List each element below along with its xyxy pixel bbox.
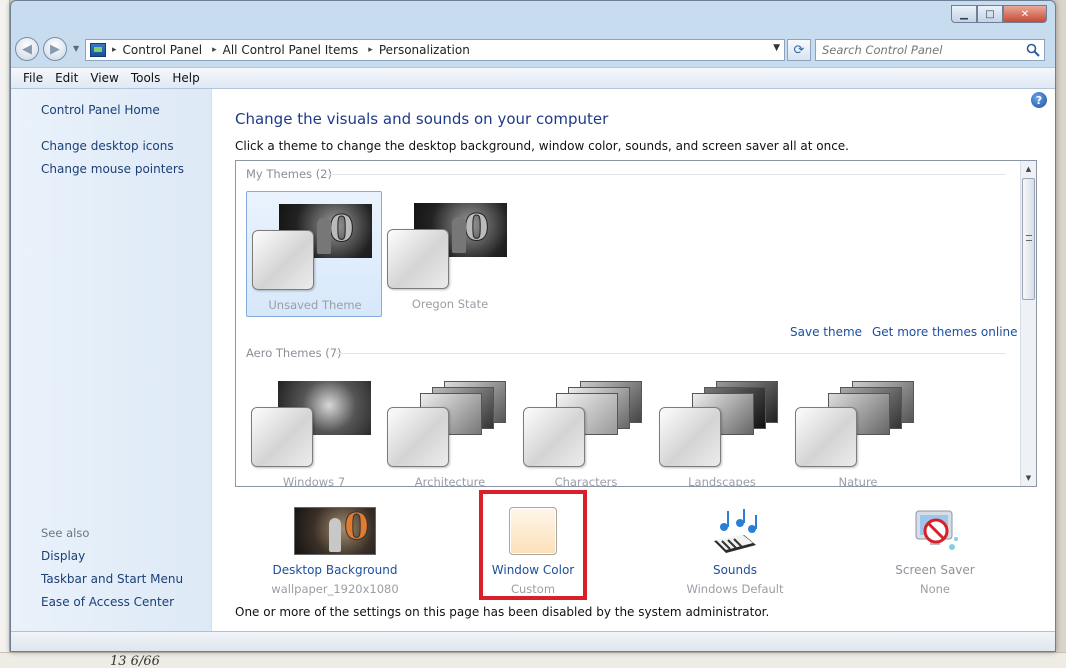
desktop-background-setting[interactable]: Desktop Background wallpaper_1920x1080 <box>265 507 405 596</box>
desktop-background-link[interactable]: Desktop Background <box>265 563 405 577</box>
sidebar: Control Panel Home Change desktop icons … <box>11 89 212 631</box>
desktop-background-value: wallpaper_1920x1080 <box>271 582 399 596</box>
menu-view[interactable]: View <box>84 71 124 85</box>
help-icon[interactable]: ? <box>1031 92 1047 108</box>
breadcrumb-label: Control Panel <box>122 43 203 57</box>
content-area: Control Panel Home Change desktop icons … <box>11 89 1055 631</box>
desktop-background-bottom: 13 6/66 <box>0 652 1066 668</box>
admin-notice: One or more of the settings on this page… <box>235 605 770 619</box>
group-divider <box>326 174 1006 175</box>
page-title: Change the visuals and sounds on your co… <box>235 110 609 128</box>
breadcrumb-separator: ▸ <box>368 45 373 55</box>
breadcrumb-all-items[interactable]: ▸ All Control Panel Items <box>212 43 358 57</box>
theme-label: Characters <box>554 475 618 487</box>
sounds-link[interactable]: Sounds <box>665 563 805 577</box>
search-box[interactable] <box>815 39 1045 61</box>
theme-landscapes[interactable]: Landscapes <box>654 369 790 487</box>
save-theme-link[interactable]: Save theme <box>790 325 862 339</box>
title-bar[interactable]: ▁ □ ✕ <box>11 1 1055 31</box>
scroll-up-icon[interactable]: ▲ <box>1021 161 1036 177</box>
sidebar-change-desktop-icons[interactable]: Change desktop icons <box>41 139 174 153</box>
menu-help[interactable]: Help <box>166 71 205 85</box>
menu-bar: File Edit View Tools Help <box>11 67 1055 89</box>
window-color-swatch <box>252 230 314 290</box>
menu-tools[interactable]: Tools <box>125 71 167 85</box>
window-color-swatch <box>795 407 857 467</box>
group-divider <box>336 353 1006 354</box>
theme-characters[interactable]: Characters <box>518 369 654 487</box>
theme-oregon-state[interactable]: Oregon State <box>382 191 518 317</box>
menu-edit[interactable]: Edit <box>49 71 84 85</box>
highlight-box <box>479 490 587 600</box>
forward-button[interactable]: ▶ <box>43 37 67 61</box>
window-color-swatch <box>659 407 721 467</box>
address-bar[interactable]: ▸ Control Panel ▸ All Control Panel Items … <box>85 39 785 61</box>
window-color-swatch <box>387 407 449 467</box>
main-panel: ? Change the visuals and sounds on your … <box>212 89 1055 631</box>
window-color-swatch <box>523 407 585 467</box>
theme-unsaved[interactable]: Unsaved Theme <box>246 191 382 317</box>
scroll-grip-icon <box>1026 235 1032 241</box>
refresh-button[interactable]: ⟳ <box>787 39 811 61</box>
background-text: 13 6/66 <box>110 654 160 668</box>
theme-label: Oregon State <box>411 297 489 311</box>
get-more-themes-link[interactable]: Get more themes online <box>872 325 1018 339</box>
menu-file[interactable]: File <box>17 71 49 85</box>
theme-label: Unsaved Theme <box>268 298 362 312</box>
theme-windows-7[interactable]: Windows 7 <box>246 369 382 487</box>
breadcrumb-separator: ▸ <box>212 45 217 55</box>
breadcrumb-control-panel[interactable]: ▸ Control Panel <box>112 43 202 57</box>
close-button[interactable]: ✕ <box>1003 5 1047 23</box>
my-themes-label: My Themes (2) <box>246 167 332 181</box>
desktop-background-icon <box>294 507 376 555</box>
sidebar-display[interactable]: Display <box>41 549 85 563</box>
search-input[interactable] <box>816 40 1016 60</box>
theme-label: Architecture <box>414 475 486 487</box>
aero-themes-label: Aero Themes (7) <box>246 346 342 360</box>
theme-label: Landscapes <box>688 475 756 487</box>
screen-saver-icon <box>915 510 958 550</box>
breadcrumb-separator: ▸ <box>112 45 117 55</box>
theme-label: Windows 7 <box>282 475 346 487</box>
sidebar-ease-of-access[interactable]: Ease of Access Center <box>41 595 174 609</box>
scroll-thumb[interactable] <box>1022 178 1035 300</box>
window-color-swatch <box>251 407 313 467</box>
screen-saver-setting: Screen Saver None <box>865 507 1005 596</box>
breadcrumb-label: All Control Panel Items <box>222 43 359 57</box>
maximize-button[interactable]: □ <box>977 5 1003 23</box>
theme-nature[interactable]: Nature <box>790 369 926 487</box>
themes-list[interactable]: My Themes (2) Unsaved Theme Oregon State… <box>235 160 1037 487</box>
screen-saver-value: None <box>919 582 950 596</box>
desktop-background-left <box>0 0 10 668</box>
themes-scrollbar[interactable]: ▲ ▼ <box>1020 161 1036 486</box>
breadcrumb-personalization[interactable]: ▸ Personalization <box>368 43 470 57</box>
breadcrumb-label: Personalization <box>378 43 470 57</box>
status-bar <box>11 631 1055 651</box>
sidebar-change-mouse-pointers[interactable]: Change mouse pointers <box>41 162 184 176</box>
control-panel-icon <box>90 43 106 57</box>
minimize-button[interactable]: ▁ <box>951 5 977 23</box>
screen-saver-link: Screen Saver <box>895 563 975 577</box>
sidebar-taskbar-start-menu[interactable]: Taskbar and Start Menu <box>41 572 183 586</box>
theme-architecture[interactable]: Architecture <box>382 369 518 487</box>
search-icon[interactable] <box>1026 43 1040 57</box>
page-subtitle: Click a theme to change the desktop back… <box>235 139 849 153</box>
window-color-swatch <box>387 229 449 289</box>
sidebar-control-panel-home[interactable]: Control Panel Home <box>41 103 160 117</box>
sounds-setting[interactable]: Sounds Windows Default <box>665 507 805 596</box>
personalization-window: ▁ □ ✕ ◀ ▶ ▼ ▸ Control Panel ▸ All Control … <box>10 0 1056 652</box>
recent-pages-dropdown[interactable]: ▼ <box>73 44 79 53</box>
scroll-down-icon[interactable]: ▼ <box>1021 470 1036 486</box>
address-dropdown-icon[interactable]: ▼ <box>773 43 780 53</box>
window-controls: ▁ □ ✕ <box>951 5 1047 23</box>
navigation-bar: ◀ ▶ ▼ ▸ Control Panel ▸ All Control Panel … <box>11 33 1055 63</box>
sounds-value: Windows Default <box>686 582 784 596</box>
back-button[interactable]: ◀ <box>15 37 39 61</box>
theme-label: Nature <box>838 475 878 487</box>
see-also-heading: See also <box>41 526 90 540</box>
sounds-icon <box>714 509 757 553</box>
